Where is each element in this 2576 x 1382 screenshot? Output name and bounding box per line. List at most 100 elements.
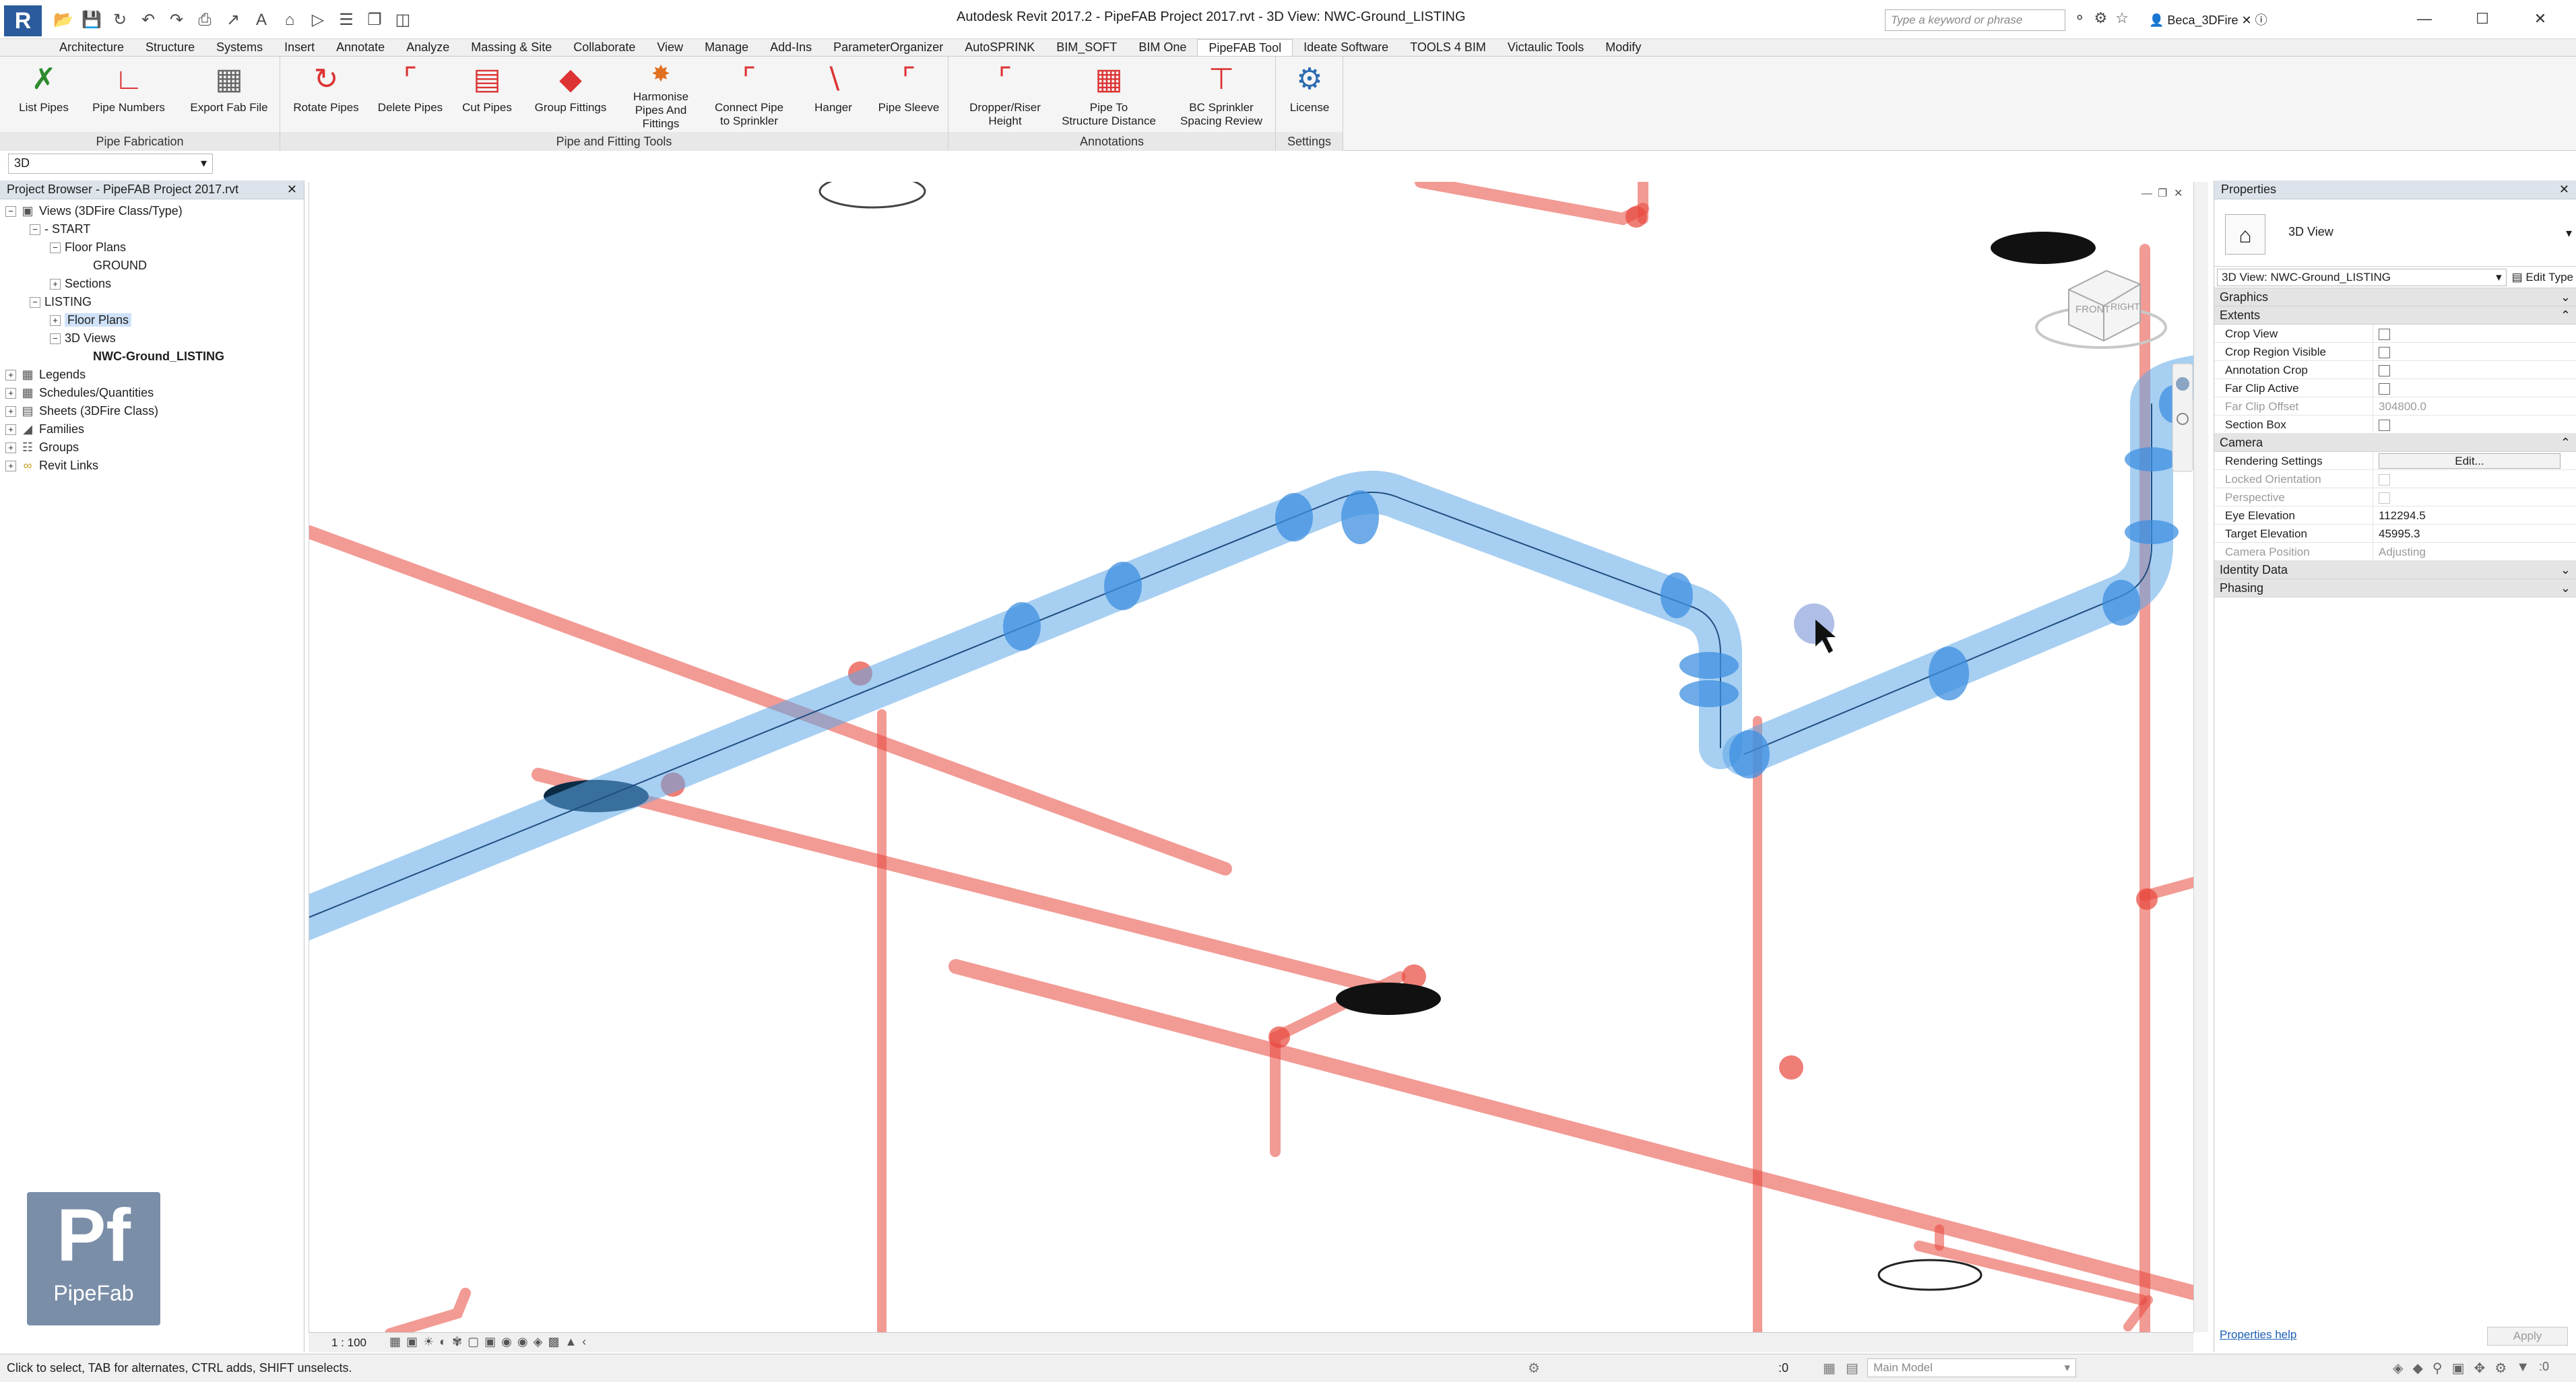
thin-lines-icon[interactable]: ☰	[334, 8, 358, 32]
dropper-riser-height-button[interactable]: ⌜ Dropper/Riser Height	[958, 61, 1052, 128]
exchange-icon[interactable]: ✕	[2241, 13, 2251, 27]
tab-annotate[interactable]: Annotate	[325, 39, 395, 56]
subscription-icon[interactable]: ⚙	[2094, 9, 2107, 27]
text-icon[interactable]: A	[249, 8, 273, 32]
select-underlay-icon[interactable]: ◆	[2413, 1360, 2423, 1377]
group-extents[interactable]: Extents ⌃	[2214, 306, 2576, 325]
sprinkler-symbol[interactable]	[1877, 1259, 1983, 1291]
undo-icon[interactable]: ↶	[136, 8, 160, 32]
viewcube-front-label[interactable]: FRONT	[2075, 304, 2111, 315]
close-icon[interactable]: ✕	[287, 183, 297, 197]
group-identity-data[interactable]: Identity Data ⌄	[2214, 561, 2576, 579]
crop-region-visible-checkbox[interactable]	[2379, 347, 2390, 359]
edit-type-button[interactable]: ▤ Edit Type	[2512, 271, 2573, 284]
3d-viewport[interactable]: FRONT RIGHT — ❐ ✕	[309, 182, 2193, 1334]
tab-add-ins[interactable]: Add-Ins	[759, 39, 823, 56]
coupling[interactable]	[2125, 520, 2179, 544]
section-box-checkbox[interactable]	[2379, 420, 2390, 432]
viewcube-right-label[interactable]: RIGHT	[2111, 301, 2140, 312]
section-icon[interactable]: ▷	[306, 8, 330, 32]
tree-item-listing-floor-plans[interactable]: + Floor Plans	[0, 311, 304, 329]
red-fitting[interactable]	[2136, 888, 2158, 910]
coupling[interactable]	[2125, 447, 2179, 471]
tree-item-groups[interactable]: + ☷ Groups	[0, 438, 304, 457]
show-crop-icon[interactable]: ▣	[484, 1335, 496, 1349]
properties-help-link[interactable]: Properties help	[2220, 1328, 2296, 1342]
close-icon[interactable]: ✕	[2559, 183, 2569, 197]
revit-app-menu-button[interactable]: R	[4, 5, 42, 36]
tab-systems[interactable]: Systems	[205, 39, 273, 56]
save-icon[interactable]: 💾	[79, 8, 104, 32]
group-graphics[interactable]: Graphics ⌄	[2214, 288, 2576, 306]
tab-pipefab-tool[interactable]: PipeFAB Tool	[1197, 39, 1293, 56]
detail-level-icon[interactable]: ▦	[389, 1335, 401, 1349]
tab-architecture[interactable]: Architecture	[49, 39, 135, 56]
tree-item-floor-plans[interactable]: − Floor Plans	[0, 238, 304, 257]
switch-windows-icon[interactable]: ◫	[391, 8, 415, 32]
tree-item-nwc-ground-listing[interactable]: NWC-Ground_LISTING	[0, 348, 304, 366]
view-minimize-icon[interactable]: —	[2142, 188, 2152, 199]
red-pipe-segment[interactable]	[1415, 182, 1649, 226]
visual-style-icon[interactable]: ▣	[406, 1335, 418, 1349]
group-phasing[interactable]: Phasing ⌄	[2214, 579, 2576, 597]
annotation-crop-checkbox[interactable]	[2379, 365, 2390, 377]
pipe-sleeve-button[interactable]: ⌜ Pipe Sleeve	[873, 61, 944, 114]
tree-item-sections[interactable]: + Sections	[0, 275, 304, 293]
editable-only-icon[interactable]: ▤	[1846, 1360, 1859, 1377]
tree-item-start[interactable]: − - START	[0, 220, 304, 238]
pipe-model-canvas[interactable]: FRONT RIGHT — ❐ ✕	[309, 182, 2193, 1334]
tab-victaulic-tools[interactable]: Victaulic Tools	[1497, 39, 1595, 56]
coupling[interactable]	[1679, 652, 1739, 679]
coupling[interactable]	[2102, 580, 2140, 626]
search-input[interactable]: Type a keyword or phrase	[1885, 9, 2065, 31]
sprinkler-head[interactable]	[1336, 983, 1441, 1015]
temp-hide-icon[interactable]: ◉	[517, 1335, 528, 1349]
hanger-button[interactable]: ∖ Hanger	[803, 61, 864, 114]
tree-item-listing[interactable]: − LISTING	[0, 293, 304, 311]
select-pinned-icon[interactable]: ⚲	[2433, 1360, 2443, 1377]
open-icon[interactable]: 📂	[51, 8, 75, 32]
tree-item-sheets[interactable]: + ▤ Sheets (3DFire Class)	[0, 402, 304, 420]
tab-ideate-software[interactable]: Ideate Software	[1293, 39, 1399, 56]
viewport-vertical-scrollbar[interactable]	[2193, 182, 2208, 1332]
navigation-bar[interactable]	[2172, 363, 2193, 472]
lock-view-icon[interactable]: ◉	[501, 1335, 512, 1349]
coupling[interactable]	[1929, 647, 1969, 700]
type-selector[interactable]: ⌂ 3D View ▾	[2214, 199, 2576, 267]
export-fab-file-button[interactable]: ▦ Export Fab File	[183, 61, 275, 114]
sprinkler-symbol[interactable]	[818, 182, 926, 209]
tab-insert[interactable]: Insert	[273, 39, 325, 56]
red-fitting[interactable]	[1268, 1026, 1290, 1048]
tab-autosprink[interactable]: AutoSPRINK	[954, 39, 1045, 56]
3d-icon[interactable]: ⌂	[278, 8, 302, 32]
eye-elevation-input[interactable]: 112294.5	[2373, 506, 2576, 524]
design-options-icon[interactable]: ▦	[1823, 1360, 1836, 1377]
drag-elements-icon[interactable]: ✥	[2474, 1360, 2485, 1377]
tab-massing-site[interactable]: Massing & Site	[460, 39, 562, 56]
coupling[interactable]	[1729, 730, 1770, 779]
coupling[interactable]	[1104, 562, 1142, 610]
tab-manage[interactable]: Manage	[694, 39, 759, 56]
reveal-hidden-icon[interactable]: ◈	[534, 1335, 543, 1349]
blue-main-pipe[interactable]	[309, 471, 1742, 941]
tree-item-schedules[interactable]: + ▦ Schedules/Quantities	[0, 384, 304, 402]
red-fitting[interactable]	[1625, 206, 1647, 228]
coupling[interactable]	[1341, 490, 1379, 544]
background-process-icon[interactable]: ⚙	[2494, 1360, 2507, 1377]
tab-bim-one[interactable]: BIM One	[1128, 39, 1197, 56]
measure-icon[interactable]: ↗	[221, 8, 245, 32]
chevron-down-icon[interactable]: ▾	[2566, 226, 2572, 240]
tab-modify[interactable]: Modify	[1595, 39, 1652, 56]
tree-item-families[interactable]: + ◢ Families	[0, 420, 304, 438]
delete-pipes-button[interactable]: ⌜ Delete Pipes	[373, 61, 447, 114]
tab-bim-soft[interactable]: BIM_SOFT	[1045, 39, 1128, 56]
filter-icon[interactable]: ▼	[2516, 1360, 2530, 1377]
red-pipe-segment[interactable]	[532, 768, 1394, 997]
select-links-icon[interactable]: ◈	[2393, 1360, 2403, 1377]
tree-item-legends[interactable]: + ▦ Legends	[0, 366, 304, 384]
license-button[interactable]: ⚙ License	[1281, 61, 1338, 114]
bc-sprinkler-spacing-button[interactable]: ⊤ BC Sprinkler Spacing Review	[1171, 61, 1272, 128]
connect-pipe-sprinkler-button[interactable]: ⌜ Connect Pipe to Sprinkler	[709, 61, 790, 128]
steering-wheel-icon[interactable]	[2176, 377, 2189, 391]
cut-pipes-button[interactable]: ▤ Cut Pipes	[457, 61, 517, 114]
